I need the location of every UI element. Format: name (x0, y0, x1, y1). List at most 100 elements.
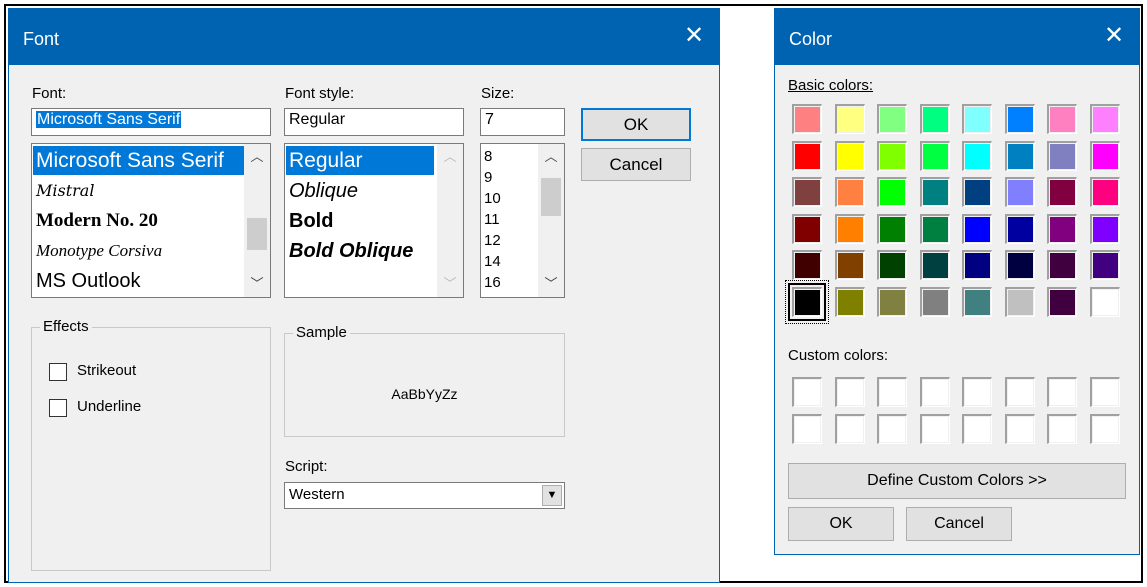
color-swatch[interactable] (1089, 140, 1120, 171)
custom-color-swatch[interactable] (877, 377, 907, 407)
color-swatch[interactable] (1004, 250, 1035, 280)
color-swatch[interactable] (962, 140, 992, 171)
color-swatch[interactable] (1004, 104, 1035, 134)
color-swatch[interactable] (834, 140, 865, 171)
color-swatch[interactable] (877, 250, 907, 280)
scrollbar-thumb[interactable] (247, 218, 267, 250)
list-item-ms-outlook[interactable]: MS Outlook (36, 266, 140, 296)
color-swatch[interactable] (919, 250, 950, 280)
color-swatch[interactable] (962, 177, 992, 207)
font-style-list[interactable]: Regular Oblique Bold Bold Oblique ︿ ﹀ (284, 143, 464, 298)
chevron-down-icon[interactable]: ﹀ (244, 273, 270, 295)
color-swatch[interactable] (1047, 286, 1077, 317)
color-swatch[interactable] (919, 140, 950, 171)
strikeout-checkbox[interactable] (49, 363, 67, 381)
color-swatch[interactable] (1047, 250, 1077, 280)
ok-button[interactable]: OK (581, 108, 691, 141)
list-item[interactable]: 9 (484, 167, 501, 188)
color-swatch[interactable] (919, 213, 950, 244)
chevron-up-icon[interactable]: ︿ (538, 146, 564, 168)
custom-color-swatch[interactable] (792, 377, 822, 407)
color-swatch[interactable] (1004, 286, 1035, 317)
list-item-mistral[interactable]: Mistral (36, 176, 94, 206)
custom-color-swatch[interactable] (1089, 413, 1120, 444)
color-swatch[interactable] (877, 177, 907, 207)
color-swatch[interactable] (1089, 286, 1120, 317)
font-list-scrollbar[interactable]: ︿ ﹀ (244, 144, 270, 297)
color-swatch[interactable] (834, 104, 865, 134)
color-swatch[interactable] (919, 104, 950, 134)
list-item[interactable]: 10 (484, 188, 501, 209)
font-style-input[interactable]: Regular (284, 108, 464, 136)
color-swatch[interactable] (919, 286, 950, 317)
underline-label[interactable]: Underline (77, 398, 141, 415)
cancel-button[interactable]: Cancel (581, 148, 691, 181)
list-item-oblique[interactable]: Oblique (289, 176, 358, 206)
color-swatch[interactable] (1089, 250, 1120, 280)
list-item-bold-oblique[interactable]: Bold Oblique (289, 236, 429, 266)
list-item[interactable]: 8 (484, 146, 501, 167)
color-swatch[interactable] (1047, 140, 1077, 171)
list-item-modern-no-20[interactable]: Modern No. 20 (36, 206, 158, 236)
custom-color-swatch[interactable] (919, 377, 950, 407)
color-swatch[interactable] (962, 286, 992, 317)
underline-checkbox[interactable] (49, 399, 67, 417)
strikeout-label[interactable]: Strikeout (77, 362, 136, 379)
color-swatch[interactable] (877, 140, 907, 171)
list-item-bold[interactable]: Bold (289, 206, 333, 236)
close-icon[interactable]: ✕ (1099, 21, 1129, 51)
color-swatch[interactable] (834, 213, 865, 244)
color-swatch[interactable] (792, 250, 822, 280)
color-swatch[interactable] (962, 213, 992, 244)
style-list-scrollbar[interactable]: ︿ ﹀ (437, 144, 463, 297)
custom-color-swatch[interactable] (1047, 377, 1077, 407)
custom-color-swatch[interactable] (877, 413, 907, 444)
color-swatch[interactable] (1089, 177, 1120, 207)
custom-color-swatch[interactable] (1089, 377, 1120, 407)
color-swatch[interactable] (792, 177, 822, 207)
color-swatch[interactable] (877, 104, 907, 134)
color-swatch[interactable] (1004, 140, 1035, 171)
color-swatch[interactable] (1004, 177, 1035, 207)
custom-color-swatch[interactable] (962, 377, 992, 407)
custom-color-swatch[interactable] (962, 413, 992, 444)
chevron-up-icon[interactable]: ︿ (244, 146, 270, 168)
script-select[interactable]: Western ▼ (284, 482, 565, 509)
color-swatch[interactable] (877, 286, 907, 317)
color-swatch[interactable] (792, 213, 822, 244)
dropdown-arrow-icon[interactable]: ▼ (542, 485, 562, 506)
custom-color-swatch[interactable] (919, 413, 950, 444)
font-name-input[interactable]: Microsoft Sans Serif (31, 108, 271, 136)
custom-color-swatch[interactable] (792, 413, 822, 444)
list-item[interactable]: 16 (484, 272, 501, 293)
size-input[interactable]: 7 (480, 108, 565, 136)
color-swatch[interactable] (834, 286, 865, 317)
list-item-regular[interactable]: Regular (286, 146, 434, 175)
color-swatch[interactable] (792, 140, 822, 171)
list-item[interactable]: 14 (484, 251, 501, 272)
color-swatch[interactable] (1047, 177, 1077, 207)
custom-color-swatch[interactable] (1047, 413, 1077, 444)
color-swatch[interactable] (877, 213, 907, 244)
color-swatch[interactable] (1004, 213, 1035, 244)
chevron-down-icon[interactable]: ﹀ (538, 273, 564, 295)
cancel-button[interactable]: Cancel (906, 507, 1012, 541)
color-swatch[interactable] (1089, 213, 1120, 244)
list-item[interactable]: 12 (484, 230, 501, 251)
size-list-scrollbar[interactable]: ︿ ﹀ (538, 144, 564, 297)
color-swatch[interactable] (1089, 104, 1120, 134)
color-swatch[interactable] (1047, 213, 1077, 244)
chevron-up-icon[interactable]: ︿ (437, 146, 463, 168)
define-custom-colors-button[interactable]: Define Custom Colors >> (788, 463, 1126, 499)
color-swatch[interactable] (1047, 104, 1077, 134)
list-item-monotype-corsiva[interactable]: Monotype Corsiva (36, 236, 162, 266)
font-name-list[interactable]: Microsoft Sans Serif Mistral Modern No. … (31, 143, 271, 298)
color-swatch[interactable] (834, 177, 865, 207)
size-list[interactable]: 8 9 10 11 12 14 16 ︿ ﹀ (480, 143, 565, 298)
list-item-microsoft-sans-serif[interactable]: Microsoft Sans Serif (33, 146, 247, 175)
custom-color-swatch[interactable] (1004, 413, 1035, 444)
color-swatch[interactable] (962, 250, 992, 280)
color-swatch[interactable] (919, 177, 950, 207)
list-item[interactable]: 11 (484, 209, 501, 230)
ok-button[interactable]: OK (788, 507, 894, 541)
